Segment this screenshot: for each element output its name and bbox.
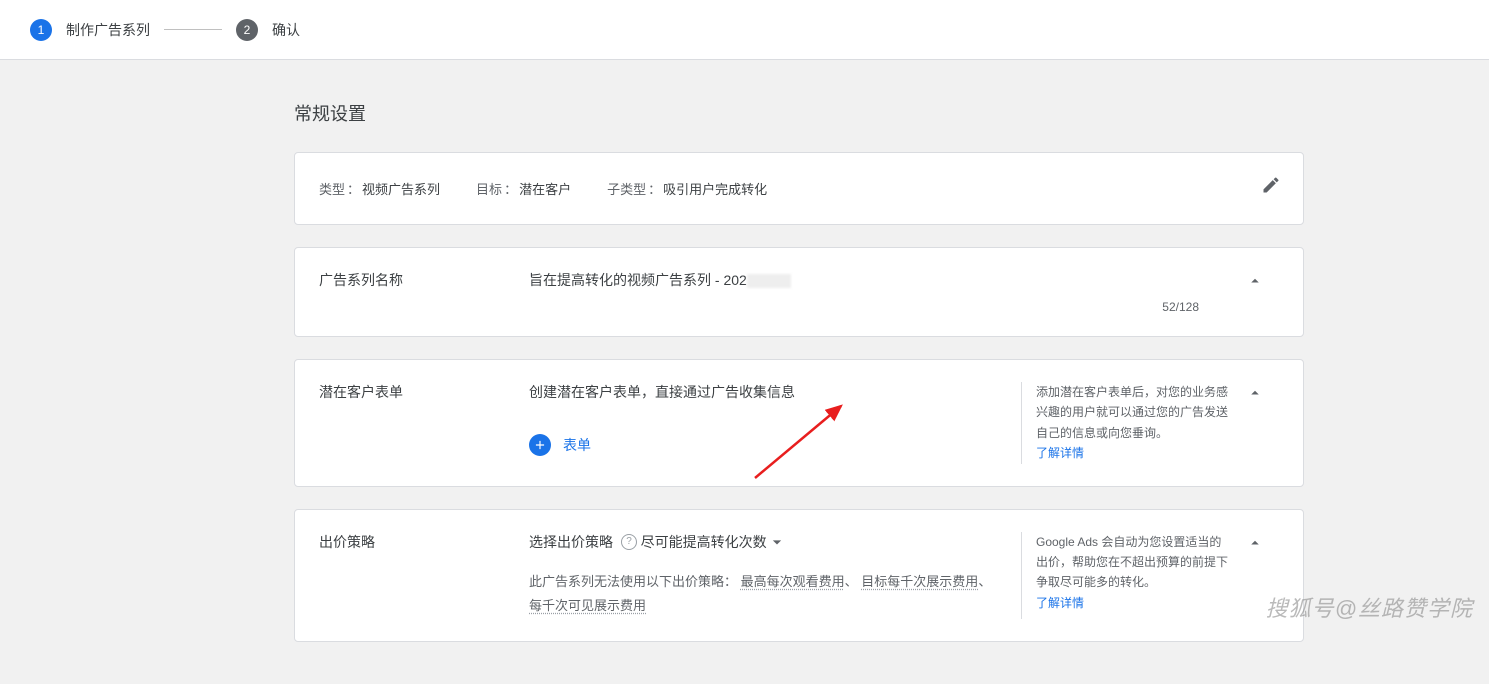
campaign-name-label: 广告系列名称 xyxy=(319,270,529,314)
unavailable-opt: 每千次可见展示费用 xyxy=(529,598,646,613)
char-count: 52/128 xyxy=(529,300,1199,314)
lead-form-sidebar: 添加潜在客户表单后，对您的业务感兴趣的用户就可以通过您的广告发送自己的信息或向您… xyxy=(1021,382,1231,464)
bidding-note: 此广告系列无法使用以下出价策略： 最高每次观看费用、 目标每千次展示费用、 每千… xyxy=(529,570,1021,619)
lead-form-card: 潜在客户表单 创建潜在客户表单，直接通过广告收集信息 表单 添加潜在客户表单后，… xyxy=(294,359,1304,487)
chevron-up-icon xyxy=(1246,272,1264,290)
subtype-label: 子类型 xyxy=(607,179,646,198)
step-2-number: 2 xyxy=(236,19,258,41)
edit-icon[interactable] xyxy=(1261,175,1281,198)
campaign-type-card: 类型： 视频广告系列 目标： 潜在客户 子类型： 吸引用户完成转化 xyxy=(294,152,1304,225)
collapse-button[interactable] xyxy=(1231,532,1279,619)
add-form-label: 表单 xyxy=(563,435,591,455)
lead-form-desc: 创建潜在客户表单，直接通过广告收集信息 xyxy=(529,382,1021,402)
learn-more-link[interactable]: 了解详情 xyxy=(1036,446,1084,460)
bidding-sidebar: Google Ads 会自动为您设置适当的出价，帮助您在不超出预算的前提下争取尽… xyxy=(1021,532,1231,619)
bidding-card: 出价策略 选择出价策略 ? 尽可能提高转化次数 此广告系列无法使用以下出价策略：… xyxy=(294,509,1304,642)
chevron-up-icon xyxy=(1246,384,1264,402)
step-2[interactable]: 2 确认 xyxy=(236,19,300,41)
type-value: 视频广告系列 xyxy=(362,179,440,198)
page-body: 常规设置 类型： 视频广告系列 目标： 潜在客户 子类型： 吸引用户完成转化 xyxy=(0,60,1489,684)
learn-more-link[interactable]: 了解详情 xyxy=(1036,596,1084,610)
campaign-name-card: 广告系列名称 旨在提高转化的视频广告系列 - 202 52/128 xyxy=(294,247,1304,337)
subtype-value: 吸引用户完成转化 xyxy=(663,179,767,198)
redacted-text xyxy=(747,274,791,288)
step-connector xyxy=(164,29,222,30)
step-1-label: 制作广告系列 xyxy=(66,20,150,40)
type-label: 类型 xyxy=(319,179,345,198)
step-1[interactable]: 1 制作广告系列 xyxy=(30,19,150,41)
section-title: 常规设置 xyxy=(294,100,1304,126)
step-2-label: 确认 xyxy=(272,20,300,40)
goal-label: 目标 xyxy=(476,179,502,198)
collapse-button[interactable] xyxy=(1231,270,1279,314)
plus-icon xyxy=(529,434,551,456)
unavailable-opt: 最高每次观看费用 xyxy=(741,574,845,589)
collapse-button[interactable] xyxy=(1231,382,1279,464)
step-1-number: 1 xyxy=(30,19,52,41)
stepper-header: 1 制作广告系列 2 确认 xyxy=(0,0,1489,60)
bidding-label: 出价策略 xyxy=(319,532,529,619)
help-icon[interactable]: ? xyxy=(621,534,637,550)
chevron-up-icon xyxy=(1246,534,1264,552)
bidding-dropdown[interactable]: 尽可能提高转化次数 xyxy=(641,532,787,552)
chevron-down-icon xyxy=(767,532,787,552)
add-form-button[interactable]: 表单 xyxy=(529,434,591,456)
lead-form-label: 潜在客户表单 xyxy=(319,382,529,464)
goal-value: 潜在客户 xyxy=(519,179,571,198)
unavailable-opt: 目标每千次展示费用 xyxy=(861,574,978,589)
select-bidding-label: 选择出价策略 xyxy=(529,532,613,552)
campaign-name-input[interactable]: 旨在提高转化的视频广告系列 - 202 xyxy=(529,270,1199,290)
